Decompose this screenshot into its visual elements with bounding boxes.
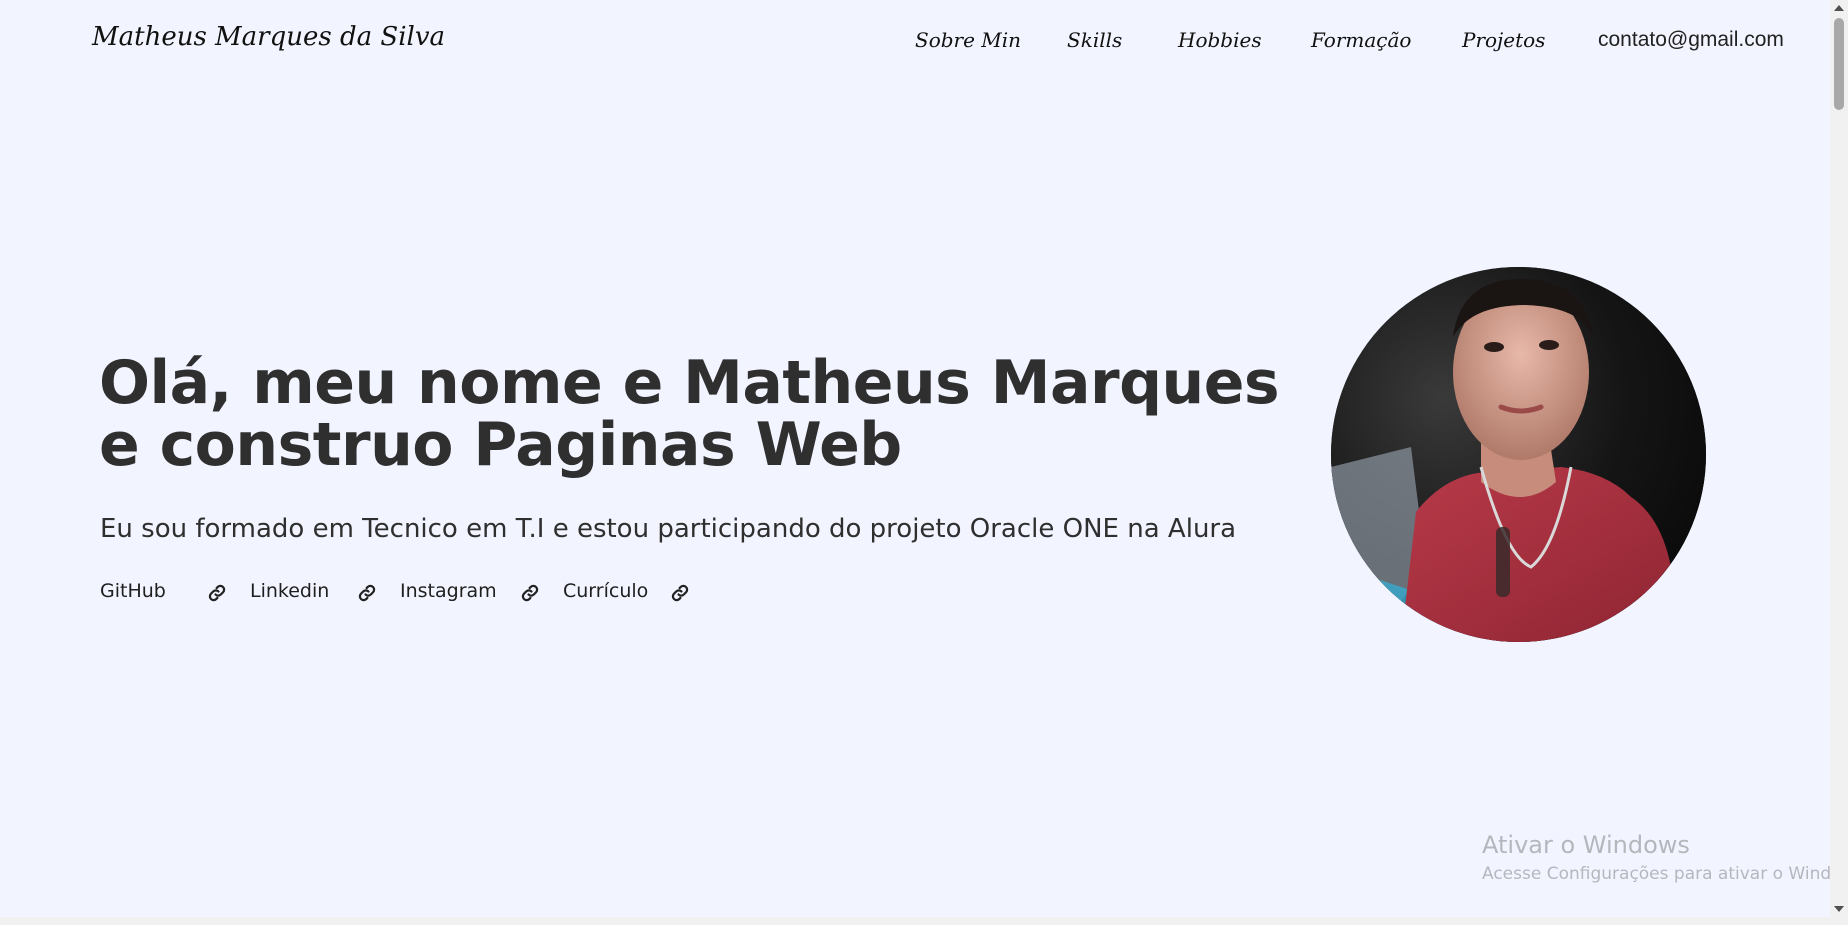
link-icon[interactable] [358,584,376,602]
instagram-link[interactable]: Instagram [400,580,497,602]
horizontal-scrollbar[interactable] [0,917,1848,925]
hero-subtitle: Eu sou formado em Tecnico em T.I e estou… [100,514,1237,544]
profile-photo-illustration [1331,267,1706,642]
link-icon[interactable] [671,584,689,602]
nav-item-formacao[interactable]: Formação [1311,28,1411,52]
nav-item-sobre-min[interactable]: Sobre Min [915,28,1021,52]
profile-photo [1331,267,1706,642]
windows-activation-watermark: Ativar o Windows Acesse Configurações pa… [1482,830,1848,886]
scroll-down-arrow-icon[interactable] [1834,906,1844,912]
nav-item-projetos[interactable]: Projetos [1462,28,1545,52]
scrollbar-thumb[interactable] [1834,18,1844,110]
watermark-title: Ativar o Windows [1482,831,1690,859]
nav-email-link[interactable]: contato@gmail.com [1598,28,1784,52]
github-link[interactable]: GitHub [100,580,166,602]
watermark-subtitle: Acesse Configurações para ativar o Windo… [1482,864,1848,884]
scroll-up-arrow-icon[interactable] [1834,5,1844,11]
hero-title: Olá, meu nome e Matheus Marques e constr… [99,348,1280,480]
vertical-scrollbar[interactable] [1830,0,1848,917]
link-icon[interactable] [521,584,539,602]
nav-item-hobbies[interactable]: Hobbies [1178,28,1262,52]
curriculo-link[interactable]: Currículo [563,580,648,602]
link-icon[interactable] [208,584,226,602]
social-links: GitHub Linkedin Instagram Currículo [100,580,800,608]
linkedin-link[interactable]: Linkedin [250,580,329,602]
main-nav: Sobre Min Skills Hobbies Formação Projet… [0,28,1830,58]
nav-item-skills[interactable]: Skills [1067,28,1122,52]
site-header: Matheus Marques da Silva Sobre Min Skill… [0,0,1830,82]
page: Matheus Marques da Silva Sobre Min Skill… [0,0,1848,925]
